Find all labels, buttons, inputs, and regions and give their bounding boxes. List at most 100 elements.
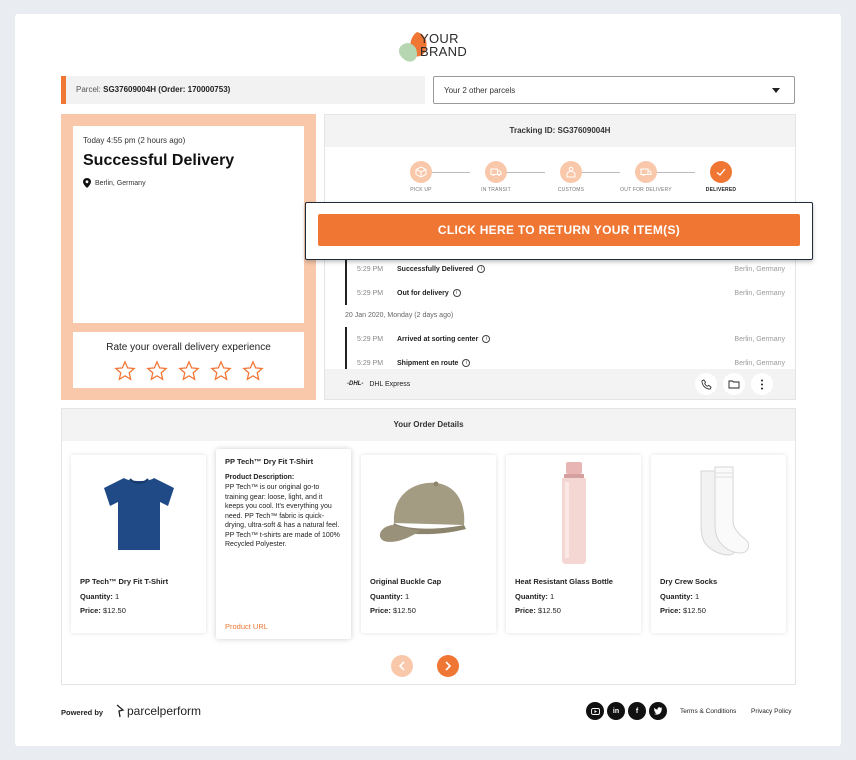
customs-icon — [560, 161, 582, 183]
tshirt-image — [71, 459, 206, 567]
status-location-text: Berlin, Germany — [95, 179, 146, 187]
description-product-name: PP Tech™ Dry Fit T-Shirt — [225, 457, 314, 466]
status-location: Berlin, Germany — [83, 178, 294, 188]
step-out-for-delivery: OUT FOR DELIVERY — [616, 161, 676, 193]
description-heading: Product Description: — [225, 474, 295, 481]
product-qty: 1 — [405, 592, 410, 601]
youtube-icon[interactable] — [586, 702, 604, 720]
product-name: PP Tech™ Dry Fit T-Shirt — [80, 577, 169, 586]
cap-image — [361, 459, 496, 567]
company-name: parcelperform — [127, 704, 202, 718]
star-icon[interactable] — [177, 360, 200, 382]
event-time: 5:29 PM — [357, 265, 384, 273]
product-qty: 1 — [115, 592, 120, 601]
info-icon[interactable]: i — [452, 289, 461, 297]
powered-by-label: Powered by — [61, 708, 104, 717]
box-icon — [410, 161, 432, 183]
price-label: Price: — [660, 606, 681, 615]
product-card[interactable]: PP Tech™ Dry Fit T-Shirt Quantity: 1 Pri… — [71, 455, 206, 633]
event-desc: Shipment en route — [397, 359, 459, 367]
terms-link[interactable]: Terms & Conditions — [680, 708, 736, 715]
price-label: Price: — [515, 606, 536, 615]
product-price: $12.50 — [102, 606, 126, 615]
location-pin-icon — [83, 178, 91, 188]
socks-image — [651, 459, 786, 567]
brand-logo[interactable]: YOUR BRAND — [395, 24, 485, 72]
step-label: OUT FOR DELIVERY — [620, 187, 672, 193]
product-card[interactable]: Dry Crew Socks Quantity: 1 Price: $12.50 — [651, 455, 786, 633]
parcel-value: SG37609004H (Order: 170000753) — [103, 85, 231, 94]
parcelperform-mark-icon — [116, 704, 125, 718]
folder-icon[interactable] — [723, 373, 745, 395]
status-panel: Today 4:55 pm (2 hours ago) Successful D… — [61, 114, 316, 400]
carrier-name: DHL Express — [369, 380, 411, 388]
step-label: PICK UP — [410, 187, 432, 193]
chevron-right-icon[interactable] — [437, 655, 459, 677]
quantity-label: Quantity: — [370, 592, 403, 601]
info-icon[interactable]: i — [462, 359, 471, 367]
step-label: CUSTOMS — [557, 187, 585, 193]
other-parcels-label: Your 2 other parcels — [444, 86, 516, 95]
product-card[interactable]: Heat Resistant Glass Bottle Quantity: 1 … — [506, 455, 641, 633]
truck-icon — [485, 161, 507, 183]
tracking-events: 5:29 PM Successfully Delivered i Berlin, … — [345, 257, 785, 375]
price-label: Price: — [80, 606, 101, 615]
description-text: PP Tech™ is our original go-to training … — [225, 484, 340, 548]
order-details-title: Your Order Details — [62, 409, 795, 441]
info-icon[interactable]: i — [477, 265, 486, 273]
twitter-icon[interactable] — [649, 702, 667, 720]
event-location: Berlin, Germany — [734, 335, 785, 343]
step-delivered: DELIVERED — [691, 161, 751, 193]
parcelperform-logo[interactable]: parcelperform — [115, 704, 201, 718]
event-location: Berlin, Germany — [734, 359, 785, 367]
event-desc: Arrived at sorting center — [397, 335, 479, 343]
return-items-button[interactable]: CLICK HERE TO RETURN YOUR ITEM(S) — [318, 214, 800, 246]
quantity-label: Quantity: — [515, 592, 548, 601]
event-row: 5:29 PM Successfully Delivered i Berlin, … — [345, 257, 785, 281]
status-time: Today 4:55 pm (2 hours ago) — [83, 136, 186, 145]
brand-line2: BRAND — [420, 44, 468, 59]
product-name: Dry Crew Socks — [660, 577, 718, 586]
social-links: in f — [586, 702, 667, 720]
other-parcels-select[interactable]: Your 2 other parcels — [433, 76, 795, 104]
product-description-card: PP Tech™ Dry Fit T-Shirt Product Descrip… — [216, 449, 351, 639]
info-icon[interactable]: i — [482, 335, 491, 343]
rating-card: Rate your overall delivery experience — [73, 332, 304, 388]
page: YOUR BRAND Parcel: SG37609004H (Order: 1… — [15, 14, 841, 746]
carrier-bar: -DHL- DHL Express — [325, 369, 795, 399]
product-pager — [391, 655, 459, 677]
parcel-info: Parcel: SG37609004H (Order: 170000753) — [61, 76, 425, 104]
star-icon[interactable] — [209, 360, 232, 382]
product-card[interactable]: Original Buckle Cap Quantity: 1 Price: $… — [361, 455, 496, 633]
order-details: Your Order Details PP Tech™ Dry Fit T-Sh… — [61, 408, 796, 685]
star-icon[interactable] — [241, 360, 264, 382]
more-vertical-icon[interactable] — [751, 373, 773, 395]
caret-down-icon — [772, 88, 780, 93]
phone-icon[interactable] — [695, 373, 717, 395]
quantity-label: Quantity: — [80, 592, 113, 601]
tracking-title: Tracking ID: SG37609004H — [325, 115, 795, 147]
bottle-image — [506, 459, 641, 567]
chevron-left-icon[interactable] — [391, 655, 413, 677]
rating-stars — [73, 360, 304, 382]
privacy-link[interactable]: Privacy Policy — [751, 708, 791, 715]
footer: Powered by parcelperform in f Terms & Co… — [61, 702, 796, 724]
check-icon — [710, 161, 732, 183]
step-customs: CUSTOMS — [541, 161, 601, 193]
product-price: $12.50 — [682, 606, 706, 615]
product-name: Original Buckle Cap — [370, 577, 442, 586]
step-label: IN TRANSIT — [481, 187, 511, 193]
star-icon[interactable] — [113, 360, 136, 382]
event-time: 5:29 PM — [357, 359, 384, 367]
product-name: Heat Resistant Glass Bottle — [515, 577, 613, 586]
star-icon[interactable] — [145, 360, 168, 382]
linkedin-icon[interactable]: in — [607, 702, 625, 720]
event-time: 5:29 PM — [357, 335, 384, 343]
product-qty: 1 — [695, 592, 700, 601]
progress-steps: PICK UP IN TRANSIT CUSTOMS OUT FOR DELIV… — [391, 161, 736, 201]
facebook-icon[interactable]: f — [628, 702, 646, 720]
event-desc: Out for delivery — [397, 289, 449, 297]
product-url-link[interactable]: Product URL — [225, 622, 268, 631]
event-date-header: 20 Jan 2020, Monday (2 days ago) — [345, 312, 454, 319]
dhl-logo: -DHL- — [347, 381, 364, 387]
